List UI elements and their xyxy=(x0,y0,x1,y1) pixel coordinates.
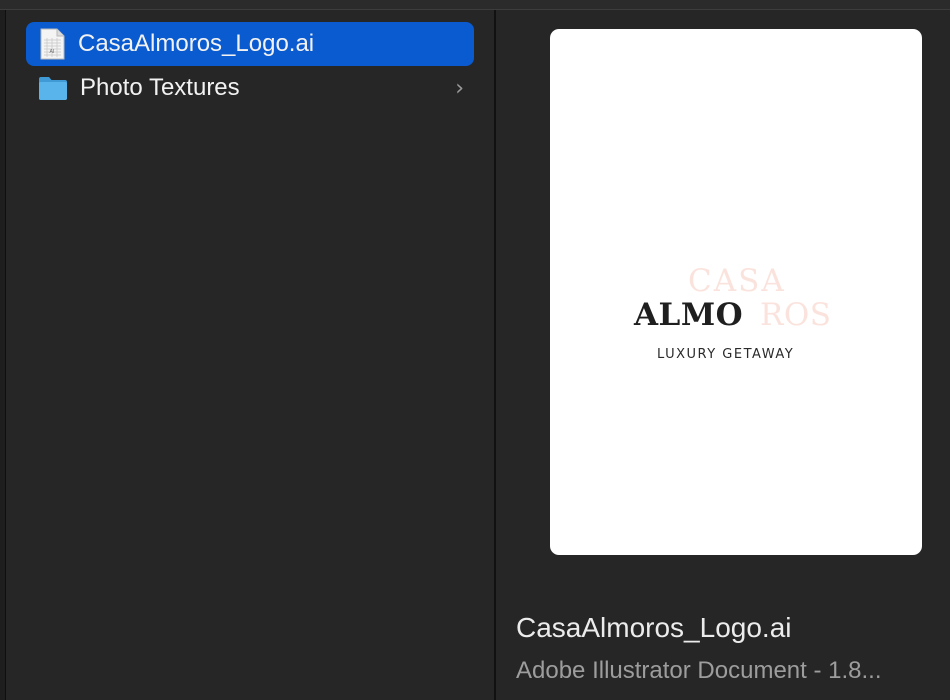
list-item-label: CasaAlmoros_Logo.ai xyxy=(78,30,315,57)
list-item-photo-textures[interactable]: Photo Textures › xyxy=(26,66,474,110)
preview-file-name: CasaAlmoros_Logo.ai xyxy=(516,612,792,643)
preview-file-kind: Adobe Illustrator Document - 1.8... xyxy=(516,657,882,684)
logo-word-almo: ALMO xyxy=(634,297,744,333)
svg-text:AI: AI xyxy=(50,49,55,55)
preview-pane: CASA ALMO ROS LUXURY GETAWAY CasaAlmoros… xyxy=(496,10,950,700)
sidebar-edge xyxy=(0,10,6,700)
casa-almoros-logo: CASA ALMO ROS LUXURY GETAWAY xyxy=(550,261,922,371)
list-item-label: Photo Textures xyxy=(80,74,240,101)
logo-word-casa: CASA xyxy=(688,263,786,299)
list-item-casaalmoros-logo[interactable]: AI CasaAlmoros_Logo.ai xyxy=(26,22,474,66)
illustrator-document-icon: AI xyxy=(38,28,66,60)
chevron-right-icon[interactable]: › xyxy=(455,76,464,101)
logo-tagline: LUXURY GETAWAY xyxy=(657,347,795,362)
file-preview-thumbnail[interactable]: CASA ALMO ROS LUXURY GETAWAY xyxy=(550,29,922,555)
window-top-border xyxy=(0,0,950,10)
logo-word-ros: ROS xyxy=(760,297,832,333)
finder-column: AI CasaAlmoros_Logo.ai Photo Textures › xyxy=(7,10,494,700)
folder-icon xyxy=(38,75,68,101)
